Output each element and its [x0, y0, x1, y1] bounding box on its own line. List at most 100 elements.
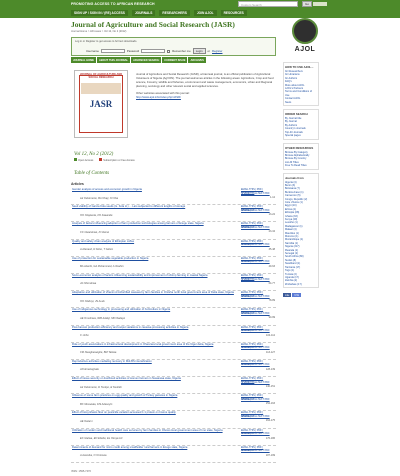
- tab-about[interactable]: ABOUT THIS JOURNAL: [97, 57, 131, 63]
- article-download-links[interactable]: SHARE | FULLTEXT PDF: [241, 243, 275, 246]
- article-title[interactable]: Role of youth associations in infrastruc…: [72, 343, 237, 346]
- how-to-link[interactable]: Terms and Conditions of Use: [285, 90, 317, 97]
- ajol-logo[interactable]: AJOL: [282, 18, 328, 58]
- register-link[interactable]: Register: [212, 49, 222, 53]
- article-authors: AE Oelami: [80, 419, 93, 423]
- article-pages: 49-63: [268, 264, 275, 268]
- article-download-links[interactable]: SHARE | FULLTEXT PDF: [241, 329, 275, 332]
- tab-journal-home[interactable]: JOURNAL HOME: [71, 57, 96, 63]
- article-title[interactable]: Use of protection for sustainable vegeta…: [72, 257, 237, 260]
- article-title[interactable]: Determinants of demand for micro credit …: [72, 446, 237, 449]
- article-download-links[interactable]: SHARE | FULLTEXT PDF: [241, 381, 275, 384]
- article-download-links[interactable]: SHARE | FULLTEXT PDF: [241, 192, 275, 195]
- nav-join[interactable]: JOIN AJOL: [193, 10, 217, 16]
- article-pages: 113-127: [266, 350, 275, 354]
- website-link[interactable]: http://www.ajol.info/index.php/JASR/: [136, 95, 276, 99]
- article-download-links[interactable]: SHARE | FULLTEXT PDF: [241, 260, 275, 263]
- article-download-links[interactable]: SHARE | FULLTEXT PDF: [241, 226, 275, 229]
- article-title[interactable]: Utilization of modern and traditional he…: [72, 429, 237, 432]
- tab-current-issue[interactable]: CURRENT ISSUE: [162, 57, 188, 63]
- article-title[interactable]: Influence of some farm practices on egg …: [72, 394, 237, 397]
- article-title[interactable]: Gender analysis of access and economic g…: [72, 188, 237, 191]
- nav-signup[interactable]: SIGN UP / SIGN IN / (RE) ACCESS: [71, 10, 128, 16]
- article-title[interactable]: Socio-economic analysis of factors influ…: [72, 274, 237, 277]
- article-download-links[interactable]: SHARE | FULLTEXT PDF: [241, 312, 275, 315]
- username-label: Username: [86, 49, 99, 53]
- article-row: Use of protection for sustainable vegeta…: [71, 257, 276, 274]
- article-authors: EC Nakwa, EO Ebebe, EL Okoye-Uli: [80, 437, 123, 441]
- how-to-heading: HOW TO USE AJOL...: [285, 65, 314, 69]
- article-title[interactable]: Quality and safety chain analysis of Eth…: [72, 240, 237, 243]
- how-to-link[interactable]: News: [285, 101, 317, 104]
- subscription-label: Subscription or Fee Access: [103, 159, 135, 162]
- description-text: Journal of Agriculture and Social Resear…: [136, 72, 274, 88]
- journal-tabs: JOURNAL HOME ABOUT THIS JOURNAL ADVANCED…: [71, 57, 206, 63]
- article-title[interactable]: Effect of biosynthesis flour on pesticid…: [72, 411, 237, 414]
- how-to-section: HOW TO USE AJOL... for Researchers for Lib…: [283, 62, 319, 107]
- article-download-links[interactable]: SHARE | FULLTEXT PDF: [241, 278, 275, 281]
- article-title[interactable]: Analysis of factors influencing adoption…: [72, 222, 237, 225]
- article-title[interactable]: Post-harvest production efficiency and o…: [72, 326, 237, 329]
- article-title[interactable]: Adaptation and utilization of Vitamin A …: [72, 291, 237, 294]
- article-authors: BC Mooseala, FIS Adesoyin: [80, 402, 113, 406]
- article-download-links[interactable]: SHARE | FULLTEXT PDF: [241, 449, 275, 452]
- username-field[interactable]: [100, 49, 125, 53]
- nav-researchers[interactable]: RESEARCHERS: [159, 10, 190, 16]
- article-pages: 164-175: [265, 419, 275, 423]
- article-title[interactable]: Use of indigenous technology in processi…: [72, 308, 237, 311]
- article-authors: A Aberaoti, D Kebo, T Gebre: [80, 248, 113, 252]
- login-button[interactable]: Login: [192, 48, 206, 54]
- article-download-links[interactable]: SHARE | FULLTEXT PDF: [241, 398, 275, 401]
- facebook-like-button[interactable]: Like: [283, 293, 292, 298]
- facebook-like-count: 6.5k: [292, 293, 301, 298]
- countries-heading: Journals from: [285, 175, 304, 180]
- order-search-section: ORDER SEARCH By Journal title By Journal By…: [283, 109, 319, 140]
- open-access-label: Open Access: [78, 159, 94, 162]
- article-authors: OO Olaboyi, JS Audu: [80, 299, 105, 303]
- article-pages: 13-22: [268, 213, 275, 217]
- access-legend: Open Access Subscription or Fee Access: [74, 158, 135, 162]
- article-list: Gender analysis of access and economic g…: [71, 188, 276, 463]
- search-input[interactable]: Custom Search: [238, 1, 298, 7]
- order-search-link[interactable]: Special pages: [285, 134, 317, 137]
- article-pages: 100-112: [266, 333, 275, 337]
- tab-advanced-search[interactable]: ADVANCED SEARCH: [131, 57, 162, 63]
- nav-resources[interactable]: RESOURCES: [220, 10, 247, 16]
- article-pages: 78-89: [268, 299, 275, 303]
- search-button[interactable]: Go: [302, 1, 312, 7]
- article-pages: 90-99: [268, 316, 275, 320]
- article-download-links[interactable]: SHARE | FULLTEXT PDF: [241, 346, 275, 349]
- article-title[interactable]: Reproductive activities mediating recove…: [72, 360, 237, 363]
- article-row: Quality and safety chain analysis of Eth…: [71, 240, 276, 257]
- article-download-links[interactable]: SHARE | FULLTEXT PDF: [241, 363, 275, 366]
- article-pages: 140-151: [265, 385, 275, 389]
- breadcrumb[interactable]: Journal Home > All Issues > Vol 12, No 2…: [71, 30, 126, 33]
- nav-journals[interactable]: JOURNALS: [131, 10, 156, 16]
- article-pages: 152-163: [265, 402, 275, 406]
- countries-section: Journals from Algeria (4) Benin (3) Botswan…: [283, 172, 319, 289]
- remember-checkbox[interactable]: [167, 49, 171, 53]
- article-row: Post-harvest production efficiency and o…: [71, 326, 276, 343]
- article-authors: OO Olayiwola, FO Fawande: [80, 213, 113, 217]
- countries-link[interactable]: Zimbabwe (17): [285, 283, 317, 286]
- article-download-links[interactable]: SHARE | FULLTEXT PDF: [241, 432, 275, 435]
- ajol-logo-text: AJOL: [294, 46, 316, 53]
- password-field[interactable]: [141, 49, 166, 53]
- tab-archives[interactable]: ARCHIVES: [188, 57, 206, 63]
- article-row: Socio-economic analysis of factors influ…: [71, 274, 276, 292]
- journal-description: Journal of Agriculture and Social Resear…: [136, 72, 276, 99]
- article-download-links[interactable]: SHARE | FULLTEXT PDF: [241, 415, 275, 418]
- article-title[interactable]: Effect of tissue security on livelihood …: [72, 377, 237, 380]
- other-resources-link[interactable]: Free To Read Titles: [285, 164, 317, 167]
- article-row: Gender analysis of access and economic g…: [71, 188, 276, 206]
- article-download-links[interactable]: SHARE | FULLTEXT PDF: [241, 295, 275, 298]
- article-row: Reproductive activities mediating recove…: [71, 360, 276, 378]
- article-row: Role of youth associations in infrastruc…: [71, 343, 276, 360]
- translate-widget[interactable]: [313, 2, 327, 6]
- article-title[interactable]: Seed viability of Garcia Kola seeds (G. …: [72, 205, 237, 208]
- article-download-links[interactable]: SHARE | FULLTEXT PDF: [241, 209, 275, 212]
- sidebar: HOW TO USE AJOL... for Researchers for Lib…: [283, 62, 319, 298]
- article-pages: 187-199: [265, 453, 275, 457]
- other-resources-section: OTHER RESOURCES Browse By Category Browse …: [283, 142, 319, 170]
- article-row: Seed viability of Garcia Kola seeds (G. …: [71, 205, 276, 223]
